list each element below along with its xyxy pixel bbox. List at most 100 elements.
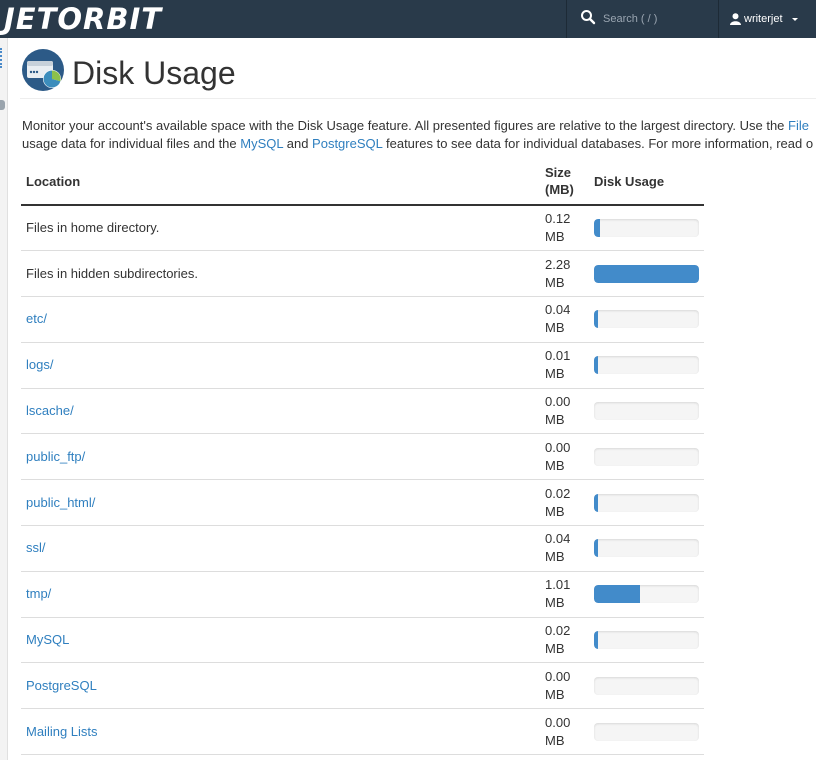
description-line-2: usage data for individual files and the …: [22, 135, 816, 153]
description-text: and: [283, 136, 313, 151]
usage-progress-fill: [593, 539, 598, 558]
table-row: public_ftp/0.00 MB: [21, 433, 704, 481]
size-cell: 0.00 MB: [540, 708, 587, 756]
brand-logo[interactable]: JETORBIT: [4, 4, 162, 34]
size-unit: MB: [545, 503, 565, 519]
postgresql-link[interactable]: PostgreSQL: [312, 136, 382, 151]
size-unit: MB: [545, 366, 565, 382]
location-link[interactable]: public_ftp/: [26, 449, 85, 464]
location-link[interactable]: MySQL: [26, 632, 69, 647]
description-text: usage data for individual files and the: [22, 136, 241, 151]
size-cell: 0.02 MB: [540, 617, 587, 664]
size-cell: 0.04 MB: [540, 296, 587, 343]
logo-text: JETORBIT: [4, 2, 163, 36]
username-label: writerjet: [744, 13, 783, 25]
size-unit: MB: [545, 457, 565, 473]
size-cell: 0.01 MB: [540, 342, 587, 389]
size-value: 0.01: [545, 348, 571, 364]
usage-progress-fill: [593, 631, 598, 650]
size-value: 0.02: [545, 623, 571, 639]
size-cell: 0.12 MB: [540, 205, 587, 252]
collapsed-sidebar[interactable]: [0, 38, 8, 760]
size-value: 0.12: [545, 211, 571, 227]
description-text: features to see data for individual data…: [382, 136, 814, 151]
location-link[interactable]: etc/: [26, 311, 47, 326]
usage-progress-bar: [593, 219, 699, 238]
size-unit: MB: [545, 549, 565, 565]
disk-usage-cell: [586, 708, 704, 756]
user-icon: [730, 13, 741, 25]
location-header[interactable]: Location: [21, 164, 541, 206]
size-value: 0.02: [545, 485, 571, 501]
size-cell: 0.00 MB: [540, 388, 587, 435]
disk-usage-cell: [586, 662, 704, 710]
location-cell: tmp/: [21, 571, 541, 618]
disk-usage-table: Location Size (MB) Disk Usage Files in h…: [21, 164, 704, 756]
usage-progress-bar: [593, 447, 699, 466]
usage-progress-fill: [593, 493, 598, 512]
file-manager-link[interactable]: File: [788, 118, 809, 133]
usage-progress-bar: [593, 264, 699, 283]
table-header-row: Location Size (MB) Disk Usage: [21, 164, 704, 206]
size-unit: MB: [545, 595, 565, 611]
size-value: 0.00: [545, 714, 571, 730]
size-cell: 0.02 MB: [540, 479, 587, 527]
table-row: etc/0.04 MB: [21, 296, 704, 343]
location-link[interactable]: tmp/: [26, 586, 51, 601]
page-title: Disk Usage: [72, 55, 236, 91]
table-row: public_html/0.02 MB: [21, 479, 704, 527]
usage-progress-fill: [593, 264, 699, 283]
location-cell: public_html/: [21, 479, 541, 527]
usage-progress-bar: [593, 539, 699, 558]
mysql-link[interactable]: MySQL: [240, 136, 283, 151]
location-link[interactable]: logs/: [26, 357, 53, 372]
disk-usage-cell: [586, 388, 704, 435]
location-link[interactable]: public_html/: [26, 495, 95, 510]
usage-progress-fill: [593, 356, 598, 375]
table-row: tmp/1.01 MB: [21, 571, 704, 618]
usage-progress-fill: [593, 310, 598, 329]
size-cell: 2.28 MB: [540, 250, 587, 298]
table-body: Files in home directory. 0.12 MB Files in h…: [21, 205, 704, 756]
size-value: 0.00: [545, 439, 571, 455]
location-cell: public_ftp/: [21, 433, 541, 481]
table-row: ssl/0.04 MB: [21, 525, 704, 572]
page-header: Disk Usage: [20, 47, 816, 99]
search-box: [566, 0, 718, 38]
description-text: Monitor your account's available space w…: [22, 118, 789, 133]
table-row: MySQL 0.02 MB: [21, 617, 704, 664]
table-row: Files in home directory. 0.12 MB: [21, 205, 704, 252]
size-unit: MB: [545, 229, 565, 245]
size-unit: MB: [545, 320, 565, 336]
location-label: Files in hidden subdirectories.: [26, 265, 198, 281]
size-unit: MB: [545, 274, 565, 290]
size-value: 0.04: [545, 531, 571, 547]
size-unit: MB: [545, 641, 565, 657]
chevron-down-icon: [791, 17, 798, 21]
size-value: 2.28: [545, 256, 571, 272]
location-link[interactable]: lscache/: [26, 403, 74, 418]
disk-usage-cell: [586, 479, 704, 527]
location-cell: ssl/: [21, 525, 541, 572]
location-cell: Files in home directory.: [21, 205, 541, 252]
location-cell: PostgreSQL: [21, 662, 541, 710]
table-row: logs/0.01 MB: [21, 342, 704, 389]
size-header[interactable]: Size (MB): [540, 164, 587, 206]
size-unit: MB: [545, 686, 565, 702]
description-line-1: Monitor your account's available space w…: [22, 117, 816, 135]
size-unit: MB: [545, 732, 565, 748]
location-cell: etc/: [21, 296, 541, 343]
search-input[interactable]: [603, 8, 713, 30]
grid-icon[interactable]: [0, 48, 3, 68]
disk-usage-cell: [586, 433, 704, 481]
table-row: Mailing Lists 0.00 MB: [21, 708, 704, 756]
location-link[interactable]: PostgreSQL: [26, 678, 97, 693]
location-link[interactable]: ssl/: [26, 540, 46, 555]
disk-usage-icon: [22, 49, 64, 91]
table-row: Files in hidden subdirectories. 2.28 MB: [21, 250, 704, 298]
size-value: 0.00: [545, 394, 571, 410]
user-menu[interactable]: writerjet: [718, 0, 816, 38]
user-icon[interactable]: [0, 100, 5, 110]
disk-usage-cell: [586, 525, 704, 572]
location-link[interactable]: Mailing Lists: [26, 724, 98, 739]
